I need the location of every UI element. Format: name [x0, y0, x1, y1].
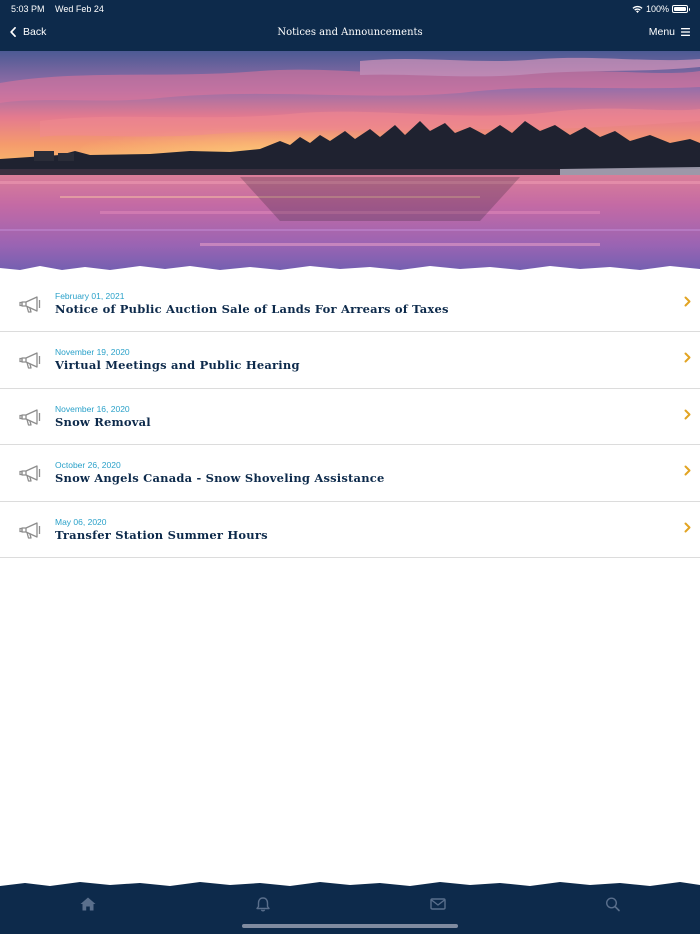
- menu-button[interactable]: Menu: [649, 26, 690, 38]
- notice-date: November 16, 2020: [55, 403, 130, 414]
- menu-label: Menu: [648, 26, 675, 38]
- chevron-right-icon: [684, 522, 691, 533]
- notice-row[interactable]: May 06, 2020 Transfer Station Summer Hou…: [0, 502, 700, 558]
- notice-title: Snow Angels Canada - Snow Shoveling Assi…: [55, 471, 385, 486]
- page-title: Notices and Announcements: [277, 27, 423, 38]
- wifi-icon: [632, 5, 643, 13]
- hamburger-icon: [681, 28, 690, 36]
- envelope-icon[interactable]: [429, 896, 447, 912]
- notice-row[interactable]: October 26, 2020 Snow Angels Canada - Sn…: [0, 445, 700, 502]
- notice-title: Transfer Station Summer Hours: [55, 527, 268, 542]
- notice-title: Virtual Meetings and Public Hearing: [55, 358, 300, 373]
- home-icon[interactable]: [79, 896, 97, 912]
- notice-title: Notice of Public Auction Sale of Lands F…: [55, 302, 449, 316]
- status-indicators: 100%: [632, 4, 690, 14]
- chevron-right-icon: [684, 409, 691, 420]
- chevron-right-icon: [684, 465, 691, 476]
- status-date: Wed Feb 24: [55, 4, 104, 14]
- megaphone-icon: [19, 521, 41, 539]
- notice-row[interactable]: November 19, 2020 Virtual Meetings and P…: [0, 332, 700, 389]
- notice-row[interactable]: February 01, 2021 Notice of Public Aucti…: [0, 276, 700, 333]
- chevron-right-icon: [684, 296, 691, 307]
- megaphone-icon: [19, 409, 41, 426]
- nav-bar: Back Notices and Announcements Menu: [0, 18, 700, 51]
- tab-bar: [0, 882, 700, 934]
- battery-icon: [672, 5, 690, 13]
- notice-date: November 19, 2020: [55, 347, 130, 358]
- notice-title: Snow Removal: [55, 414, 151, 429]
- notice-date: October 26, 2020: [55, 460, 121, 471]
- search-icon[interactable]: [604, 896, 622, 912]
- battery-percent: 100%: [645, 4, 669, 14]
- megaphone-icon: [19, 465, 41, 482]
- notices-list: February 01, 2021 Notice of Public Aucti…: [0, 276, 700, 558]
- chevron-right-icon: [684, 352, 691, 363]
- notice-date: February 01, 2021: [55, 291, 125, 301]
- hero-banner-image: [0, 51, 700, 275]
- bell-icon[interactable]: [254, 896, 272, 912]
- notice-date: May 06, 2020: [55, 516, 107, 527]
- status-time: 5:03 PM: [11, 4, 45, 14]
- status-bar: 5:03 PM Wed Feb 24 100%: [0, 0, 700, 18]
- notice-row[interactable]: November 16, 2020 Snow Removal: [0, 389, 700, 446]
- megaphone-icon: [19, 352, 41, 370]
- home-indicator[interactable]: [242, 924, 458, 928]
- status-time-date: 5:03 PM Wed Feb 24: [11, 4, 104, 14]
- megaphone-icon: [19, 296, 41, 313]
